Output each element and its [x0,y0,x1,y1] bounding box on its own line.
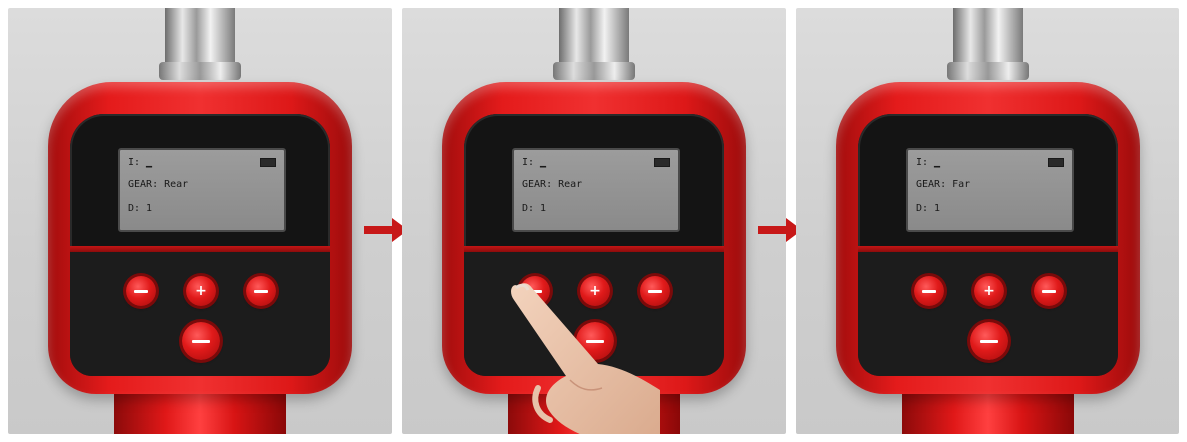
panel-step-2: I: ▁ GEAR: Rear D: 1 + [402,8,786,434]
menu-icon [126,276,156,306]
connector-fitting [159,8,241,80]
lcd-line-1: I: ▁ [128,157,153,168]
tutorial-sequence: I: ▁ GEAR: Rear D: 1 + I: ▁ GEAR: Rear D… [0,0,1187,442]
connector-fitting [947,8,1029,80]
minus-button[interactable] [246,276,276,306]
lcd-screen: I: ▁ GEAR: Rear D: 1 [118,148,286,232]
minus-icon [1034,276,1064,306]
menu-button[interactable] [126,276,156,306]
lcd-screen: I: ▁ GEAR: Far D: 1 [906,148,1074,232]
plus-icon: + [983,283,995,299]
connector-fitting [553,8,635,80]
pressing-finger-icon [511,283,660,434]
lcd-screen: I: ▁ GEAR: Rear D: 1 [512,148,680,232]
plus-button[interactable]: + [974,276,1004,306]
plus-button[interactable]: + [186,276,216,306]
lcd-line-3: D: 1 [522,203,547,214]
plus-icon: + [195,283,207,299]
menu-icon [914,276,944,306]
device: I: ▁ GEAR: Far D: 1 + [796,8,1179,434]
minus-icon [246,276,276,306]
battery-icon [260,158,276,167]
device: I: ▁ GEAR: Rear D: 1 + [8,8,392,434]
panel-step-1: I: ▁ GEAR: Rear D: 1 + [8,8,392,434]
panel-step-3: I: ▁ GEAR: Far D: 1 + [796,8,1179,434]
enter-button[interactable] [182,322,220,360]
enter-icon [182,322,220,360]
lcd-line-1: I: ▁ [522,157,547,168]
lcd-line-2: GEAR: Rear [128,179,189,190]
minus-button[interactable] [1034,276,1064,306]
battery-icon [1048,158,1064,167]
enter-icon [970,322,1008,360]
lcd-line-2: GEAR: Rear [522,179,583,190]
device: I: ▁ GEAR: Rear D: 1 + [402,8,786,434]
lcd-line-1: I: ▁ [916,157,941,168]
lcd-line-3: D: 1 [916,203,941,214]
battery-icon [654,158,670,167]
lcd-line-3: D: 1 [128,203,153,214]
menu-button[interactable] [914,276,944,306]
lcd-line-2: GEAR: Far [916,179,971,190]
enter-button[interactable] [970,322,1008,360]
